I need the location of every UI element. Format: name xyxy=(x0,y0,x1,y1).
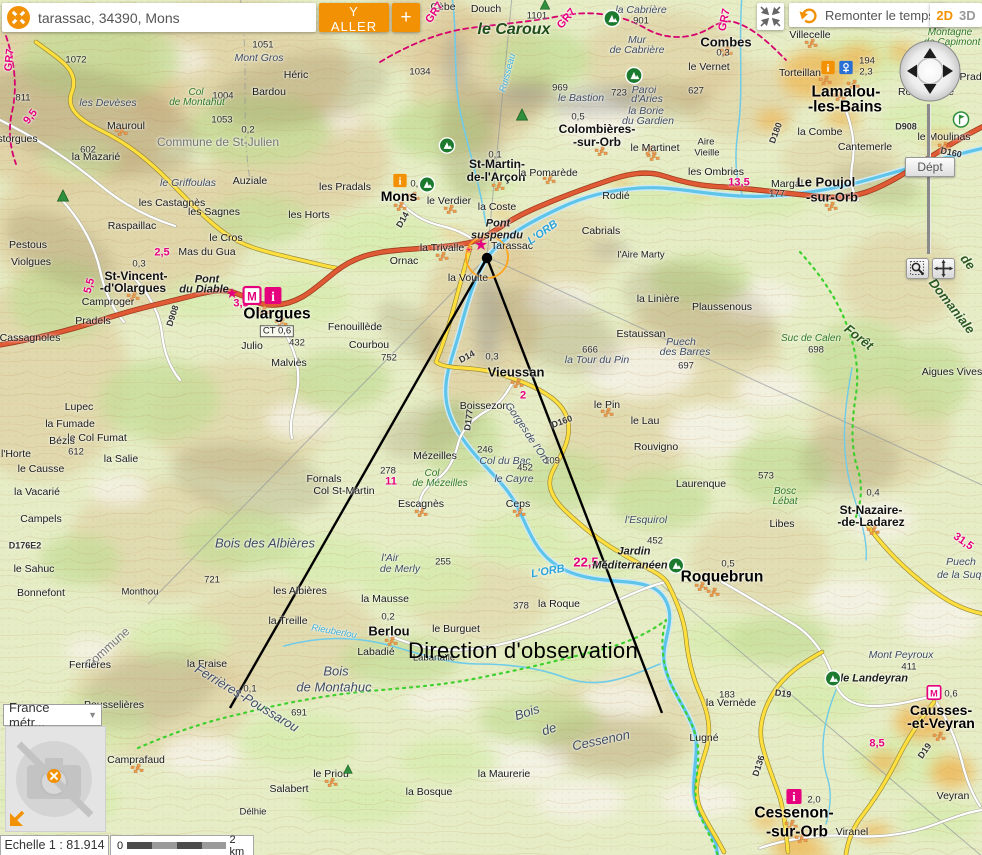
collapse-toolbar-button[interactable] xyxy=(757,3,784,30)
mode-3d-button[interactable]: 3D xyxy=(959,8,976,23)
dimension-toggle: 2D 3D xyxy=(930,3,982,27)
map-canvas[interactable] xyxy=(0,0,982,855)
scale-bar: 0 2 km xyxy=(110,835,254,855)
overview-expand-icon[interactable] xyxy=(10,812,23,826)
magnifier-icon xyxy=(907,259,928,278)
observation-vertex-dot xyxy=(482,253,492,263)
scale-bar-segments xyxy=(127,841,225,850)
scale-text: Echelle 1 : 81.914 xyxy=(0,835,109,855)
scrub-texture xyxy=(0,0,982,855)
recenter-button[interactable] xyxy=(932,258,955,279)
time-travel-label: Remonter le temps xyxy=(825,8,935,23)
overview-map[interactable] xyxy=(5,726,106,832)
zoom-slider[interactable] xyxy=(927,104,931,254)
collapse-arrows-icon xyxy=(757,3,784,30)
scale-start: 0 xyxy=(117,840,123,852)
go-button[interactable]: Y ALLER xyxy=(319,3,389,32)
zoom-rectangle-button[interactable] xyxy=(906,258,929,279)
territory-select[interactable]: France métr... ▼ xyxy=(3,704,102,726)
geoportail-logo-icon xyxy=(6,5,31,30)
time-travel-button[interactable]: Remonter le temps xyxy=(789,3,945,27)
zoom-level-tooltip: Dépt xyxy=(905,157,955,177)
chevron-down-icon: ▼ xyxy=(88,710,101,720)
compass-pan-control[interactable] xyxy=(898,39,962,103)
mode-2d-button[interactable]: 2D xyxy=(936,8,953,23)
search-input[interactable] xyxy=(36,9,316,27)
crosshair-icon xyxy=(933,259,954,278)
add-layer-button[interactable]: + xyxy=(392,3,420,32)
undo-arrow-icon xyxy=(799,6,819,24)
geoportail-logo-icon xyxy=(47,769,61,783)
search-bar: Y ALLER + xyxy=(2,3,420,32)
scale-end: 2 km xyxy=(230,834,253,855)
geoportail-map-viewer: CèbeDouch1101le Carouxla Cabrière901GR7G… xyxy=(0,0,982,855)
search-box[interactable] xyxy=(2,3,316,32)
